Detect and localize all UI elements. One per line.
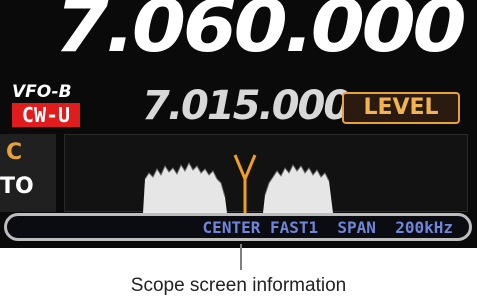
callout-line xyxy=(240,244,242,270)
caption: Scope screen information xyxy=(130,275,347,296)
radio-display: 7.060.000 VFO-B CW-U 7.015.000 LEVEL C T… xyxy=(0,0,477,248)
main-frequency: 7.060.000 xyxy=(54,0,466,68)
side-label-top: C xyxy=(6,140,23,165)
scope-info-text: CENTER FAST1 SPAN 200kHz xyxy=(202,218,453,237)
sub-frequency: 7.015.000 xyxy=(142,83,351,129)
vfo-label: VFO-B xyxy=(12,82,72,102)
scope-info-bar: CENTER FAST1 SPAN 200kHz xyxy=(4,213,472,241)
mode-badge[interactable]: CW-U xyxy=(12,103,80,127)
scope-panel[interactable] xyxy=(64,134,468,213)
center-marker xyxy=(233,154,257,183)
spectrum-trace-right xyxy=(263,165,333,213)
scope-spectrum xyxy=(143,154,333,213)
level-button[interactable]: LEVEL xyxy=(342,92,460,124)
side-label-bottom: TO xyxy=(0,174,34,199)
